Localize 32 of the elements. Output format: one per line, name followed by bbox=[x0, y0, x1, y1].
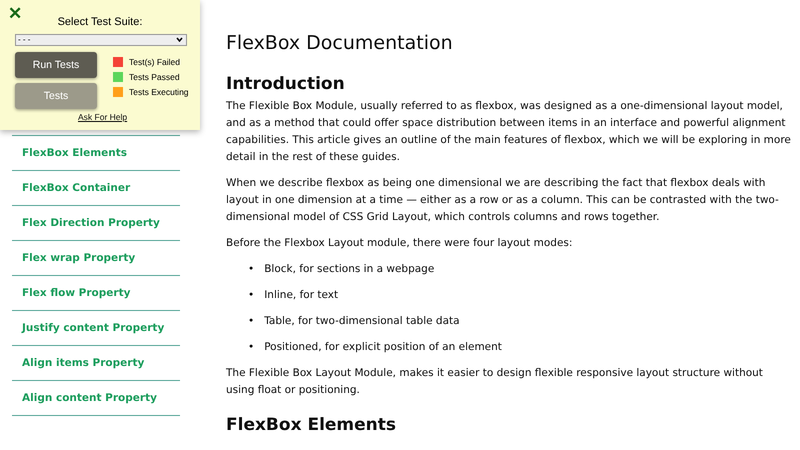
section-heading: FlexBox Elements bbox=[226, 415, 398, 435]
test-button[interactable]: Run Tests bbox=[15, 52, 97, 78]
list-item: Table, for two-dimensional table data bbox=[264, 314, 460, 329]
sidebar-link[interactable]: Flex flow Property bbox=[12, 275, 180, 310]
legend-label: Tests Passed bbox=[129, 72, 180, 82]
help-link[interactable]: Ask For Help bbox=[78, 112, 128, 122]
page-title: FlexBox Documentation bbox=[226, 32, 454, 54]
bullet: • bbox=[248, 288, 254, 303]
sidebar-link[interactable]: FlexBox Elements bbox=[12, 135, 180, 170]
close-button[interactable]: ✕ bbox=[8, 3, 22, 24]
suite-dropdown[interactable]: - - - bbox=[15, 34, 187, 46]
bullet: • bbox=[248, 314, 254, 329]
bullet: • bbox=[248, 262, 254, 277]
section-heading: Introduction bbox=[226, 74, 346, 94]
paragraph: Before the Flexbox Layout module, there were four layout modes: bbox=[226, 236, 574, 251]
sidebar-link[interactable]: Justify content Property bbox=[12, 310, 180, 345]
caret-icon bbox=[176, 37, 183, 42]
paragraph: The Flexible Box Layout Module, makes it easier to design flexible responsive layout structure without using float or positioning. bbox=[226, 366, 764, 398]
list-item: Block, for sections in a webpage bbox=[264, 262, 434, 277]
paragraph: The Flexible Box Module, usually referred to as flexbox, was designed as a one-dimensional layout model, and as a method that could offer space distribution between items in an interface and powerful alignment capabilities. This article gives an outline of the main features of flexbox, which we will be exploring in more detail in the rest of these guides. bbox=[226, 99, 792, 165]
list-item: Positioned, for explicit position of an element bbox=[264, 340, 502, 355]
sidebar-link[interactable]: Flex wrap Property bbox=[12, 240, 180, 275]
legend-label: Tests Executing bbox=[129, 87, 189, 97]
list-item: Inline, for text bbox=[264, 288, 338, 303]
paragraph: When we describe flexbox as being one dimensional we are describing the fact that flexbox deals with layout in one dimension at a time — either as a row or as a column. This can be contrasted with the two-dimensional model of CSS Grid Layout, which controls columns and rows together. bbox=[226, 176, 780, 225]
sidebar-link[interactable]: Flex Direction Property bbox=[12, 205, 180, 240]
bullet: • bbox=[248, 340, 254, 355]
sidebar-link[interactable]: Align items Property bbox=[12, 345, 180, 380]
sidebar-link[interactable]: FlexBox Container bbox=[12, 170, 180, 205]
suite-label: Select Test Suite: bbox=[56, 16, 144, 28]
sidebar-link[interactable]: Align content Property bbox=[12, 380, 180, 416]
legend-label: Test(s) Failed bbox=[129, 57, 180, 67]
